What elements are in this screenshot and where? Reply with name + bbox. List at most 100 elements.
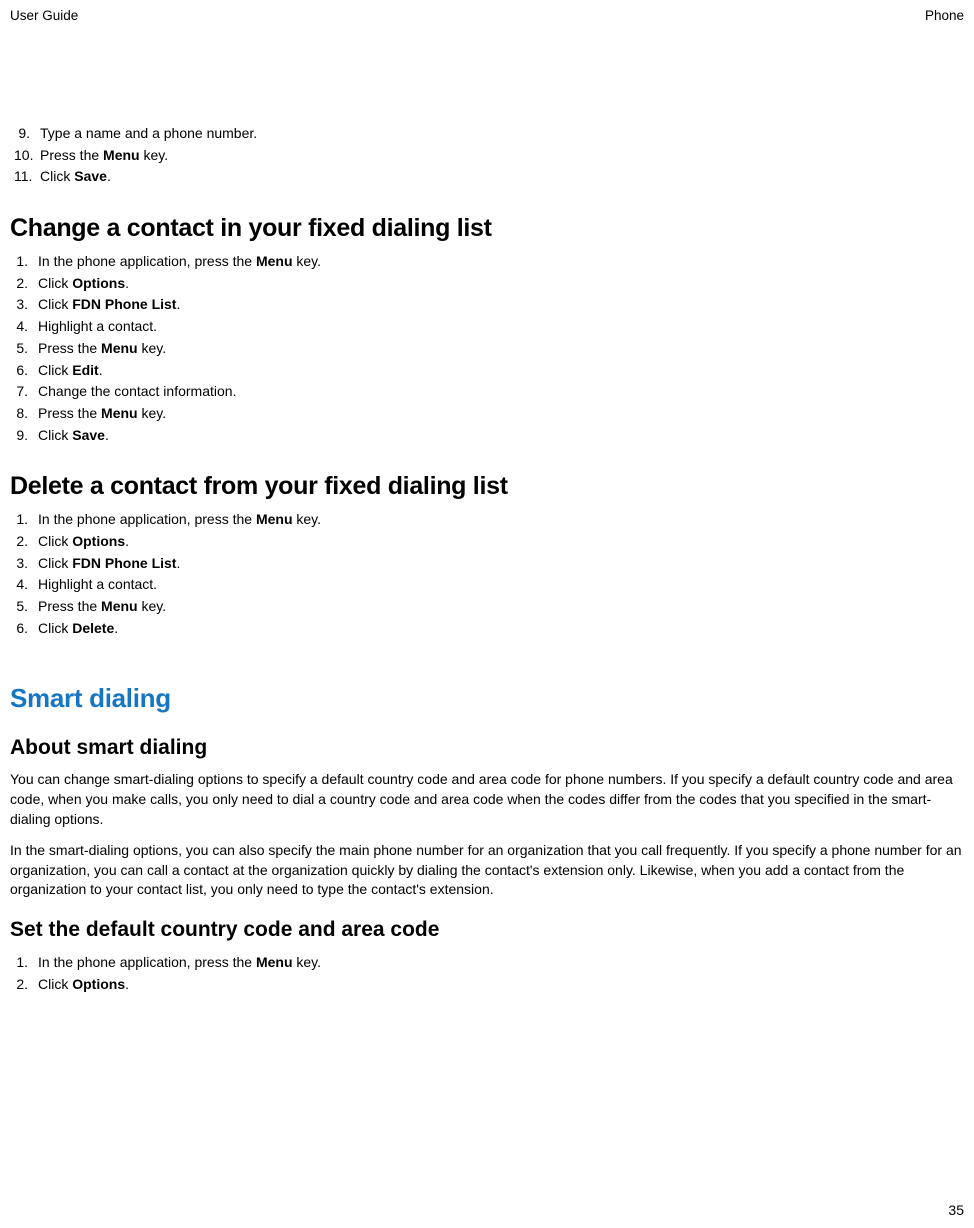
step-number: 3.	[14, 294, 38, 316]
step-text: Click Options.	[38, 273, 964, 295]
step-text: Press the Menu key.	[38, 596, 964, 618]
step: 1.In the phone application, press the Me…	[10, 509, 964, 531]
bold-term: Options	[72, 533, 125, 549]
step-number: 2.	[14, 974, 38, 996]
step-text: Click Delete.	[38, 618, 964, 640]
bold-term: Save	[72, 427, 105, 443]
step-text: Highlight a contact.	[38, 574, 964, 596]
step-text: Click Options.	[38, 531, 964, 553]
step-number: 9.	[14, 123, 40, 145]
step-number: 7.	[14, 381, 38, 403]
text-run: Click	[38, 533, 72, 549]
step: 5.Press the Menu key.	[10, 596, 964, 618]
text-run: .	[125, 976, 129, 992]
step-number: 4.	[14, 574, 38, 596]
step: 3.Click FDN Phone List.	[10, 294, 964, 316]
step-text: Click Edit.	[38, 360, 964, 382]
bold-term: Menu	[256, 954, 293, 970]
bold-term: Options	[72, 275, 125, 291]
step-number: 1.	[14, 251, 38, 273]
set-default-codes-steps: 1.In the phone application, press the Me…	[10, 952, 964, 995]
step: 9. Type a name and a phone number.	[10, 123, 964, 145]
text-run: Press the	[38, 340, 101, 356]
step-text: Change the contact information.	[38, 381, 964, 403]
step-number: 2.	[14, 273, 38, 295]
step: 2.Click Options.	[10, 273, 964, 295]
step: 9.Click Save.	[10, 425, 964, 447]
text-run: key.	[140, 147, 169, 163]
step-number: 4.	[14, 316, 38, 338]
step: 11. Click Save.	[10, 166, 964, 188]
header-right: Phone	[925, 8, 964, 23]
step: 6.Click Edit.	[10, 360, 964, 382]
bold-term: Menu	[103, 147, 140, 163]
text-run: In the phone application, press the	[38, 511, 256, 527]
text-run: .	[125, 533, 129, 549]
paragraph: In the smart-dialing options, you can al…	[10, 841, 964, 900]
page-header: User Guide Phone	[0, 0, 974, 23]
text-run: key.	[293, 253, 322, 269]
text-run: Press the	[38, 598, 101, 614]
step-number: 10.	[14, 145, 40, 167]
step-number: 8.	[14, 403, 38, 425]
step-text: In the phone application, press the Menu…	[38, 509, 964, 531]
text-run: key.	[293, 511, 322, 527]
change-contact-steps: 1.In the phone application, press the Me…	[10, 251, 964, 446]
heading-set-default-codes: Set the default country code and area co…	[10, 918, 964, 942]
heading-change-contact: Change a contact in your fixed dialing l…	[10, 214, 964, 243]
bold-term: FDN Phone List	[72, 296, 176, 312]
step-text: Type a name and a phone number.	[40, 123, 964, 145]
text-run: Click	[38, 976, 72, 992]
text-run: .	[107, 168, 111, 184]
step-number: 11.	[14, 166, 40, 188]
step: 2.Click Options.	[10, 974, 964, 996]
step-text: Press the Menu key.	[38, 403, 964, 425]
step-number: 6.	[14, 618, 38, 640]
heading-smart-dialing: Smart dialing	[10, 683, 964, 714]
step-text: Click FDN Phone List.	[38, 294, 964, 316]
step-text: In the phone application, press the Menu…	[38, 952, 964, 974]
step-text: Highlight a contact.	[38, 316, 964, 338]
text-run: Press the	[40, 147, 103, 163]
step: 6.Click Delete.	[10, 618, 964, 640]
text-run: Click	[38, 620, 72, 636]
delete-contact-steps: 1.In the phone application, press the Me…	[10, 509, 964, 639]
text-run: In the phone application, press the	[38, 954, 256, 970]
text-run: .	[176, 296, 180, 312]
page-number: 35	[948, 1202, 964, 1218]
step: 2.Click Options.	[10, 531, 964, 553]
page-content: 9. Type a name and a phone number. 10. P…	[0, 23, 974, 995]
step-number: 2.	[14, 531, 38, 553]
step: 4.Highlight a contact.	[10, 316, 964, 338]
bold-term: Options	[72, 976, 125, 992]
step-text: In the phone application, press the Menu…	[38, 251, 964, 273]
step-number: 6.	[14, 360, 38, 382]
text-run: Click	[38, 555, 72, 571]
text-run: key.	[293, 954, 322, 970]
bold-term: Menu	[256, 511, 293, 527]
step: 7.Change the contact information.	[10, 381, 964, 403]
step-text: Click Save.	[38, 425, 964, 447]
text-run: .	[125, 275, 129, 291]
heading-about-smart-dialing: About smart dialing	[10, 736, 964, 760]
step-number: 1.	[14, 509, 38, 531]
step: 8.Press the Menu key.	[10, 403, 964, 425]
paragraph: You can change smart-dialing options to …	[10, 770, 964, 829]
bold-term: Menu	[101, 405, 138, 421]
step-number: 9.	[14, 425, 38, 447]
bold-term: Save	[74, 168, 107, 184]
step: 5.Press the Menu key.	[10, 338, 964, 360]
continuation-steps: 9. Type a name and a phone number. 10. P…	[10, 123, 964, 188]
step-number: 5.	[14, 338, 38, 360]
text-run: key.	[138, 598, 167, 614]
step-number: 5.	[14, 596, 38, 618]
header-left: User Guide	[10, 8, 78, 23]
text-run: .	[176, 555, 180, 571]
text-run: key.	[138, 340, 167, 356]
text-run: Press the	[38, 405, 101, 421]
text-run: In the phone application, press the	[38, 253, 256, 269]
bold-term: FDN Phone List	[72, 555, 176, 571]
bold-term: Delete	[72, 620, 114, 636]
text-run: Click	[38, 275, 72, 291]
step-text: Press the Menu key.	[38, 338, 964, 360]
